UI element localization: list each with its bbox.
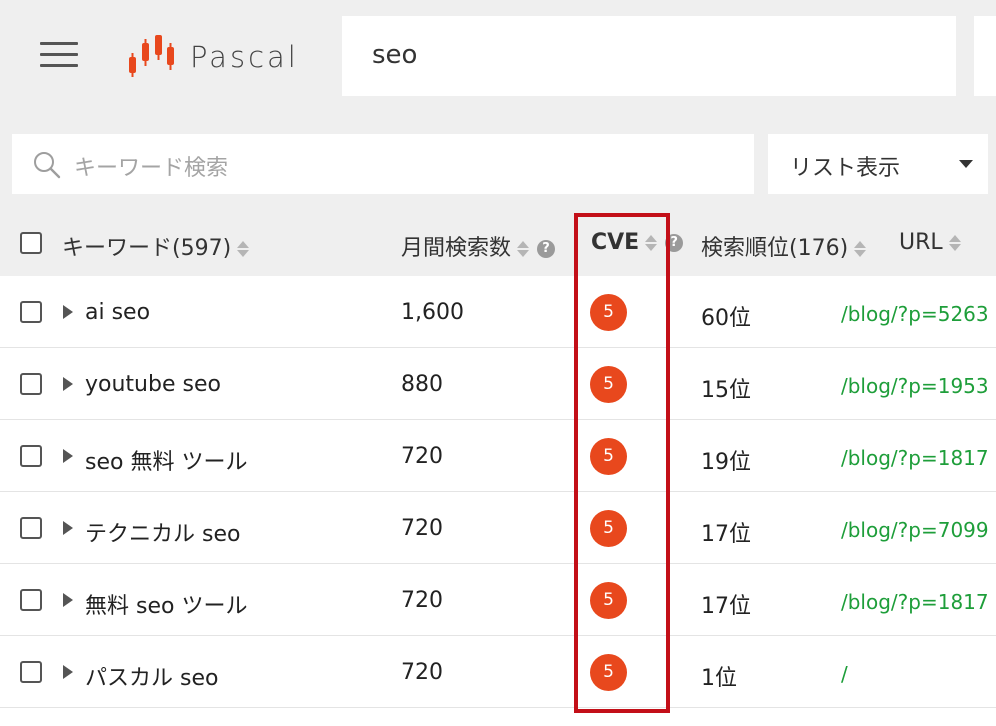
url-link[interactable]: /blog/?p=5263: [841, 302, 989, 326]
table-row[interactable]: seo 無料 ツール 720 5 19位 /blog/?p=1817: [0, 420, 996, 492]
row-checkbox[interactable]: [20, 589, 42, 611]
sort-icon[interactable]: [854, 240, 867, 258]
keyword-cell[interactable]: 無料 seo ツール: [85, 588, 247, 620]
keyword-cell[interactable]: seo 無料 ツール: [85, 444, 247, 476]
filter-placeholder: キーワード検索: [74, 156, 229, 181]
rank-cell: 15位: [701, 378, 751, 403]
rank-cell: 19位: [701, 450, 751, 475]
site-search-value: seo: [372, 40, 418, 70]
expand-icon[interactable]: [63, 665, 73, 679]
url-link[interactable]: /blog/?p=1953: [841, 374, 989, 398]
column-keyword[interactable]: キーワード(597): [62, 230, 250, 262]
table-body: ai seo 1,600 5 60位 /blog/?p=5263 youtube…: [0, 276, 996, 726]
logo-text: Pascal: [190, 40, 299, 74]
volume-cell: 720: [401, 516, 443, 541]
url-link[interactable]: /blog/?p=1817: [841, 446, 989, 470]
rank-cell: 17位: [701, 522, 751, 547]
sort-icon[interactable]: [948, 234, 961, 252]
pascal-logo-icon: [129, 35, 174, 77]
column-url[interactable]: URL: [899, 230, 961, 255]
expand-icon[interactable]: [63, 377, 73, 391]
view-mode-select[interactable]: リスト表示: [768, 134, 988, 194]
column-cve[interactable]: CVE?: [591, 230, 684, 255]
column-cve-label: CVE: [591, 230, 640, 255]
table-row[interactable]: テクニカル seo 720 5 17位 /blog/?p=7099: [0, 492, 996, 564]
cve-badge: 5: [590, 366, 627, 403]
row-checkbox[interactable]: [20, 517, 42, 539]
row-checkbox[interactable]: [20, 373, 42, 395]
expand-icon[interactable]: [63, 593, 73, 607]
volume-cell: 720: [401, 660, 443, 685]
sort-icon[interactable]: [517, 240, 530, 258]
table-row[interactable]: youtube seo 880 5 15位 /blog/?p=1953: [0, 348, 996, 420]
volume-cell: 880: [401, 372, 443, 397]
cve-badge: 5: [590, 294, 627, 331]
rank-cell: 17位: [701, 594, 751, 619]
row-checkbox[interactable]: [20, 661, 42, 683]
table-header: キーワード(597) 月間検索数? CVE? 検索順位(176) URL: [0, 210, 996, 276]
app-logo[interactable]: Pascal: [128, 33, 299, 81]
volume-cell: 720: [401, 588, 443, 613]
volume-cell: 720: [401, 444, 443, 469]
volume-cell: 1,600: [401, 300, 464, 325]
column-volume-label: 月間検索数: [401, 236, 512, 261]
right-panel[interactable]: [974, 16, 996, 96]
url-link[interactable]: /blog/?p=7099: [841, 518, 989, 542]
keyword-cell[interactable]: パスカル seo: [85, 660, 218, 692]
search-icon: [34, 152, 61, 179]
sort-icon[interactable]: [645, 234, 658, 252]
sort-icon[interactable]: [237, 240, 250, 258]
table-row[interactable]: パスカル seo 720 5 1位 /: [0, 636, 996, 708]
cve-badge: 5: [590, 654, 627, 691]
table-row[interactable]: 無料 seo ツール 720 5 17位 /blog/?p=1817: [0, 564, 996, 636]
view-mode-label: リスト表示: [790, 156, 901, 181]
rank-cell: 1位: [701, 666, 737, 691]
help-icon[interactable]: ?: [665, 234, 684, 252]
column-keyword-label: キーワード(597): [62, 236, 232, 261]
site-search-input[interactable]: seo: [342, 16, 956, 96]
url-link[interactable]: /: [841, 662, 848, 686]
column-rank-label: 検索順位(176): [701, 236, 849, 261]
keyword-cell[interactable]: テクニカル seo: [85, 516, 240, 548]
row-checkbox[interactable]: [20, 445, 42, 467]
row-checkbox[interactable]: [20, 301, 42, 323]
cve-badge: 5: [590, 510, 627, 547]
keyword-cell[interactable]: youtube seo: [85, 372, 221, 397]
expand-icon[interactable]: [63, 305, 73, 319]
cve-badge: 5: [590, 438, 627, 475]
menu-icon[interactable]: [40, 40, 80, 70]
keyword-filter-input[interactable]: キーワード検索: [12, 134, 754, 194]
table-row[interactable]: ai seo 1,600 5 60位 /blog/?p=5263: [0, 276, 996, 348]
expand-icon[interactable]: [63, 449, 73, 463]
keyword-cell[interactable]: ai seo: [85, 300, 150, 325]
rank-cell: 60位: [701, 306, 751, 331]
help-icon[interactable]: ?: [537, 240, 556, 258]
cve-badge: 5: [590, 582, 627, 619]
column-volume[interactable]: 月間検索数?: [401, 230, 556, 262]
select-all-checkbox[interactable]: [20, 232, 42, 254]
expand-icon[interactable]: [63, 521, 73, 535]
column-url-label: URL: [899, 230, 943, 255]
chevron-down-icon: [959, 160, 973, 168]
column-rank[interactable]: 検索順位(176): [701, 230, 867, 262]
top-bar: Pascal seo: [0, 0, 996, 116]
url-link[interactable]: /blog/?p=1817: [841, 590, 989, 614]
